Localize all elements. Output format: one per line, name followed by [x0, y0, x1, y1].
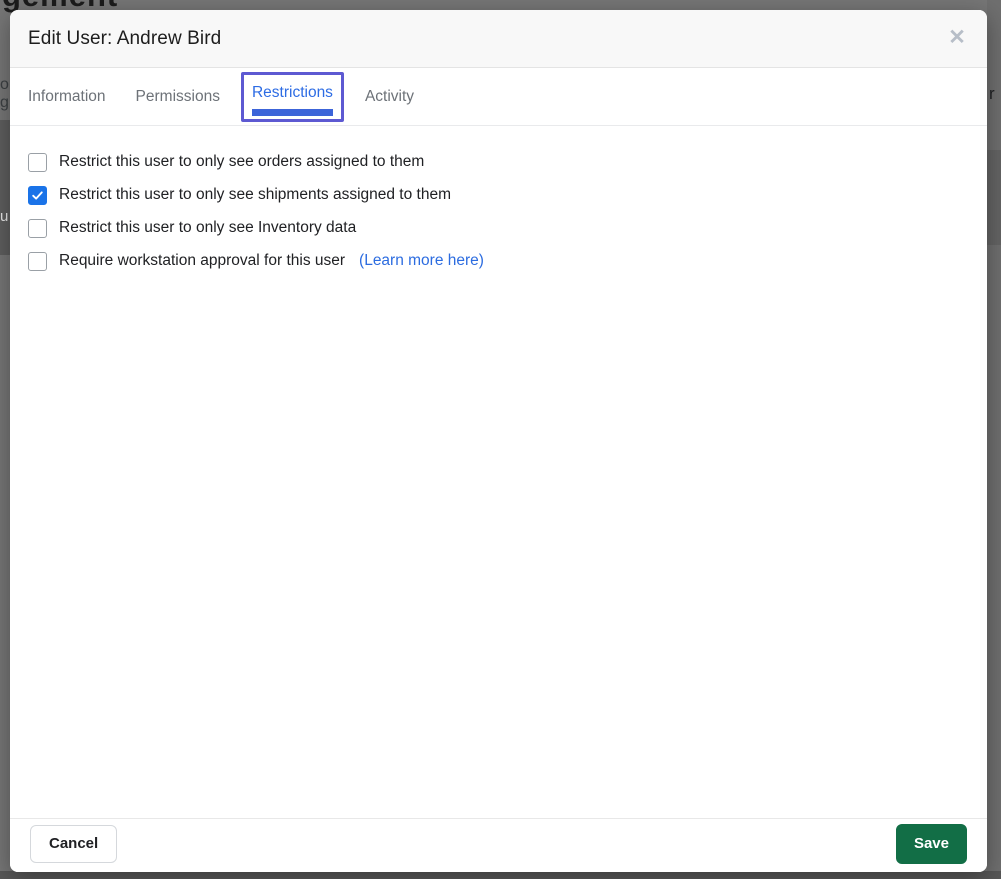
background-block-fragment	[987, 150, 1001, 245]
tab-permissions[interactable]: Permissions	[136, 88, 220, 106]
checkbox[interactable]	[28, 186, 47, 205]
background-block-fragment: u	[0, 120, 10, 255]
restrictions-list: Restrict this user to only see orders as…	[28, 152, 969, 271]
modal-title: Edit User: Andrew Bird	[28, 28, 221, 50]
background-text-fragment: r	[989, 84, 995, 104]
learn-more-link[interactable]: (Learn more here)	[359, 252, 484, 270]
background-text-fragment: g	[0, 94, 9, 112]
close-icon[interactable]: ✕	[943, 24, 971, 52]
checkbox[interactable]	[28, 252, 47, 271]
checkbox-label: Restrict this user to only see orders as…	[59, 153, 424, 171]
restriction-row: Restrict this user to only see Inventory…	[28, 218, 969, 238]
tab-bar: Information Permissions Restrictions Act…	[10, 68, 987, 126]
tab-restrictions[interactable]: Restrictions	[241, 72, 344, 122]
restriction-row: Restrict this user to only see orders as…	[28, 152, 969, 172]
restriction-row: Restrict this user to only see shipments…	[28, 185, 969, 205]
background-bottom-strip	[0, 871, 1001, 879]
background-column	[987, 0, 1001, 879]
tab-activity[interactable]: Activity	[365, 88, 414, 106]
active-tab-underline	[252, 109, 333, 116]
cancel-button[interactable]: Cancel	[30, 825, 117, 863]
restrictions-panel: Restrict this user to only see orders as…	[10, 126, 987, 818]
tab-restrictions-label: Restrictions	[252, 84, 333, 102]
checkbox-label: Restrict this user to only see shipments…	[59, 186, 451, 204]
save-button[interactable]: Save	[896, 824, 967, 864]
checkbox[interactable]	[28, 153, 47, 172]
modal-footer: Cancel Save	[10, 818, 987, 872]
checkbox-label: Require workstation approval for this us…	[59, 252, 345, 270]
checkbox-label: Restrict this user to only see Inventory…	[59, 219, 356, 237]
restriction-row: Require workstation approval for this us…	[28, 251, 969, 271]
tab-information[interactable]: Information	[28, 88, 106, 106]
modal-header: Edit User: Andrew Bird ✕	[10, 10, 987, 68]
checkmark-icon	[31, 189, 44, 202]
edit-user-modal: Edit User: Andrew Bird ✕ Information Per…	[10, 10, 987, 872]
checkbox[interactable]	[28, 219, 47, 238]
